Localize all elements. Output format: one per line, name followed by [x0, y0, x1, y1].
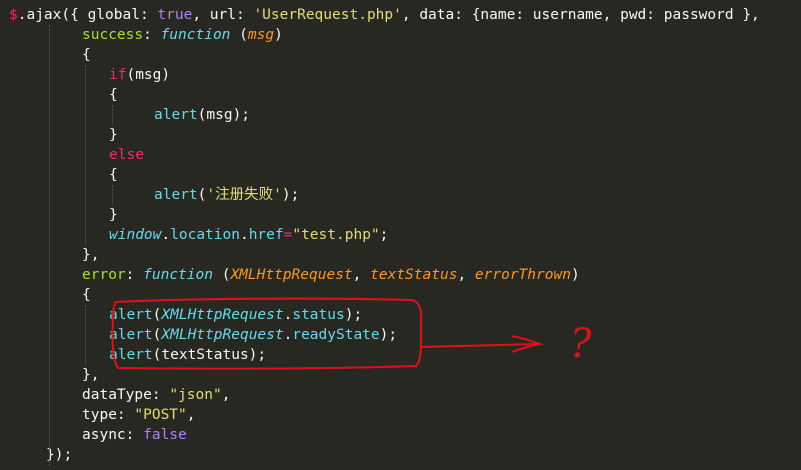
code-token: ) — [570, 267, 580, 283]
code-token: , — [352, 267, 371, 283]
code-token: : — [125, 267, 144, 283]
code-token: status — [292, 307, 345, 323]
code-line: window.location.href="test.php"; — [109, 225, 388, 245]
code-token: } — [109, 207, 118, 223]
code-token: 'UserRequest.php' — [253, 7, 402, 23]
code-token: . — [161, 227, 171, 243]
code-token: { — [109, 87, 118, 103]
indent-guide — [112, 105, 113, 125]
code-line: }, — [82, 365, 99, 385]
code-token: else — [109, 147, 144, 163]
code-token: , — [221, 387, 231, 403]
code-token: ( — [212, 267, 231, 283]
code-token: "test.php" — [292, 227, 380, 243]
code-line: { — [109, 165, 118, 185]
code-token: XMLHttpRequest — [161, 307, 284, 323]
code-editor[interactable]: $.ajax({ global: true, url: 'UserRequest… — [0, 0, 801, 470]
code-token: false — [143, 427, 187, 443]
code-line: { — [82, 45, 91, 65]
code-token: if — [109, 67, 127, 83]
code-token: ); — [281, 187, 300, 203]
code-token: : — [143, 27, 161, 43]
code-token: , url: — [192, 7, 254, 23]
code-token: function — [143, 267, 213, 283]
code-line: } — [109, 205, 118, 225]
code-line: dataType: "json", — [82, 385, 230, 405]
code-token: async: — [82, 427, 144, 443]
code-token: $ — [9, 7, 18, 23]
code-token: , data: {name: username, pwd: password }… — [401, 7, 760, 23]
code-token: dataType: — [82, 387, 170, 403]
code-token: ); — [344, 307, 363, 323]
code-token: location — [170, 227, 240, 243]
code-token: "POST" — [134, 407, 187, 423]
code-token: '注册失败' — [206, 187, 282, 203]
code-line: alert(textStatus); — [109, 345, 266, 365]
code-line: } — [109, 125, 118, 145]
code-token: ; — [379, 227, 389, 243]
code-line: { — [109, 85, 118, 105]
code-line: alert(msg); — [154, 105, 250, 125]
code-token: alert — [109, 347, 153, 363]
code-token: window — [109, 227, 162, 243]
code-token: alert — [109, 327, 153, 343]
indent-guide — [85, 305, 86, 365]
code-token: msg — [247, 27, 275, 43]
code-line: }, — [82, 245, 99, 265]
code-token: ( — [230, 27, 248, 43]
code-token: }, — [82, 247, 100, 263]
code-token: .ajax({ global: — [17, 7, 158, 23]
code-token: , — [186, 407, 196, 423]
code-token: ); — [379, 327, 398, 343]
code-token: (textStatus); — [152, 347, 267, 363]
code-token: type: — [82, 407, 135, 423]
code-token: { — [82, 287, 91, 303]
code-token: readyState — [292, 327, 380, 343]
code-token: alert — [154, 107, 198, 123]
code-line: $.ajax({ global: true, url: 'UserRequest… — [9, 5, 760, 25]
code-token: . — [239, 227, 249, 243]
code-token: true — [157, 7, 193, 23]
code-token: alert — [109, 307, 153, 323]
code-token: { — [82, 47, 91, 63]
code-token: textStatus — [370, 267, 458, 283]
code-token: } — [109, 127, 118, 143]
code-line: else — [109, 145, 144, 165]
code-line: async: false — [82, 425, 187, 445]
code-token: errorThrown — [474, 267, 571, 283]
code-token: , — [457, 267, 475, 283]
code-token: }, — [82, 367, 100, 383]
indent-guide — [49, 25, 50, 465]
code-token: { — [109, 167, 118, 183]
code-line: alert('注册失败'); — [154, 185, 299, 205]
code-token: function — [160, 27, 231, 43]
code-token: ) — [274, 27, 283, 43]
code-line: type: "POST", — [82, 405, 196, 425]
code-token: error — [82, 267, 126, 283]
code-line: { — [82, 285, 91, 305]
code-token: success — [82, 27, 144, 43]
code-line: alert(XMLHttpRequest.readyState); — [109, 325, 397, 345]
code-line: error: function (XMLHttpRequest, textSta… — [82, 265, 580, 285]
code-line: alert(XMLHttpRequest.status); — [109, 305, 362, 325]
code-line: success: function (msg) — [82, 25, 283, 45]
code-token: href — [248, 227, 284, 243]
indent-guide — [85, 65, 86, 245]
indent-guide — [112, 185, 113, 205]
code-token: "json" — [169, 387, 222, 403]
code-token: alert — [154, 187, 198, 203]
code-token: XMLHttpRequest — [230, 267, 353, 283]
code-token: (msg) — [126, 67, 171, 83]
code-token: (msg); — [197, 107, 251, 123]
code-line: if(msg) — [109, 65, 170, 85]
code-token: XMLHttpRequest — [161, 327, 284, 343]
